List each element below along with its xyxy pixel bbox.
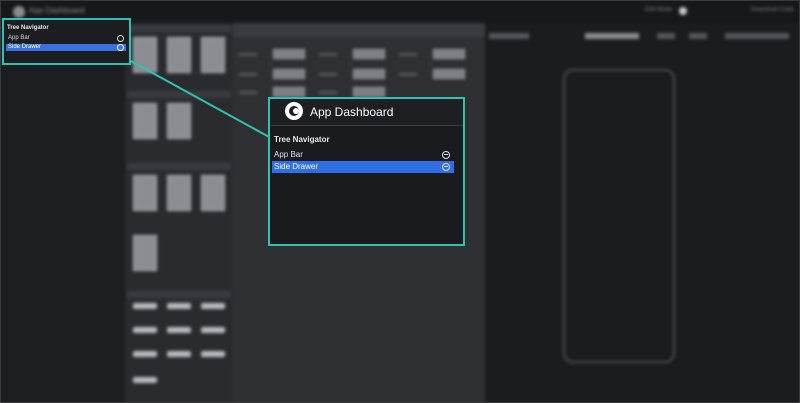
tree-item-side-drawer[interactable]: Side Drawer: [6, 44, 126, 51]
remove-circle-icon[interactable]: [442, 151, 450, 159]
app-window: App Dashboard Edit Mode Download Code Tr…: [0, 0, 800, 403]
tree-navigator-title: Tree Navigator: [274, 135, 330, 144]
tree-item-app-bar[interactable]: App Bar: [6, 35, 126, 42]
tree-navigator-highlight: Tree Navigator App Bar Side Drawer: [2, 18, 131, 65]
tree-item-label: Side Drawer: [8, 44, 42, 50]
tree-item-side-drawer[interactable]: Side Drawer: [272, 161, 454, 173]
connector-line: [126, 58, 272, 139]
tree-item-label: Side Drawer: [274, 162, 319, 171]
remove-circle-icon[interactable]: [117, 44, 124, 51]
tree-item-label: App Bar: [274, 150, 303, 159]
tree-item-label: App Bar: [8, 35, 30, 41]
callout-header: App Dashboard: [270, 99, 463, 126]
remove-circle-icon[interactable]: [442, 163, 450, 171]
tree-navigator-title: Tree Navigator: [7, 25, 49, 31]
app-logo-icon: [285, 102, 303, 120]
remove-circle-icon[interactable]: [117, 35, 124, 42]
tree-navigator-zoom-callout: App Dashboard Tree Navigator App Bar Sid…: [268, 97, 465, 246]
tree-item-app-bar[interactable]: App Bar: [272, 149, 454, 161]
callout-app-title: App Dashboard: [310, 105, 394, 119]
